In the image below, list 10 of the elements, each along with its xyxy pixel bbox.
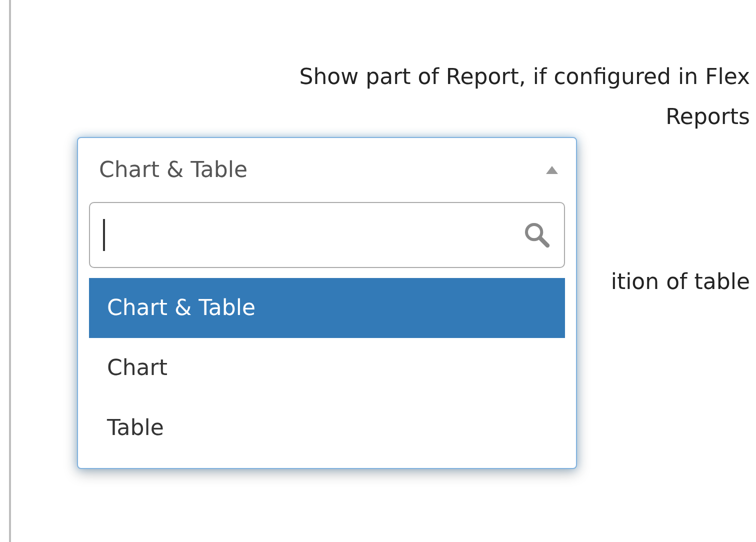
search-field[interactable] bbox=[89, 202, 565, 268]
text-cursor bbox=[103, 219, 105, 251]
dropdown-select[interactable]: Chart & Table bbox=[78, 138, 576, 202]
description-text: Show part of Report, if configured in Flex Reports bbox=[299, 64, 750, 132]
option-label: ition of table bbox=[610, 269, 750, 297]
dropdown-option[interactable]: Table bbox=[89, 398, 565, 458]
caret-icon bbox=[546, 166, 558, 174]
search-icon bbox=[523, 221, 551, 249]
dropdown-option[interactable]: Chart & Table bbox=[89, 278, 565, 338]
dropdown-option[interactable]: Chart bbox=[89, 338, 565, 398]
